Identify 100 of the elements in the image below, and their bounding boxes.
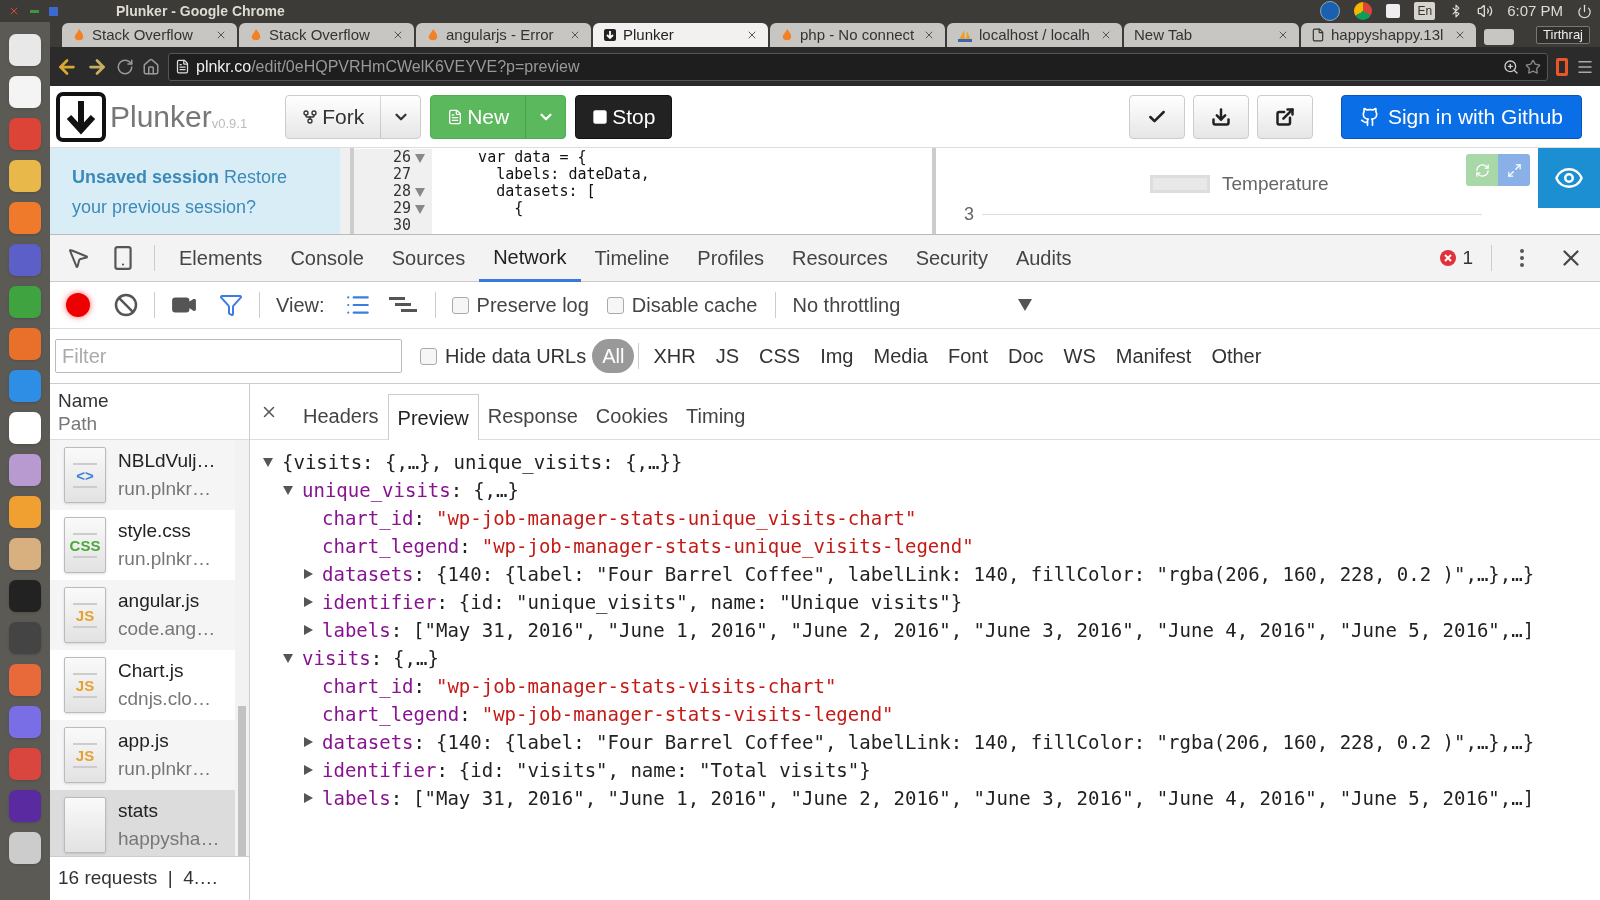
expanded-triangle-icon[interactable] — [414, 202, 426, 215]
app-launcher-icon[interactable] — [9, 76, 41, 108]
filter-icon[interactable] — [219, 293, 243, 317]
type-filter-button[interactable]: Manifest — [1105, 339, 1202, 373]
expanded-triangle-icon[interactable] — [282, 652, 294, 664]
browser-tab[interactable]: Stack Overflow — [62, 23, 237, 47]
browser-tab[interactable]: Plunker — [593, 23, 768, 47]
inspect-icon[interactable] — [66, 246, 90, 270]
collapsed-triangle-icon[interactable] — [302, 624, 314, 636]
maximize-icon[interactable] — [49, 6, 58, 16]
browser-tab[interactable]: localhost / localh — [947, 23, 1122, 47]
checkbox[interactable] — [451, 296, 469, 314]
home-icon[interactable] — [142, 57, 160, 76]
expanded-triangle-icon[interactable] — [414, 151, 426, 164]
type-filter-button[interactable]: XHR — [643, 339, 706, 373]
request-row[interactable]: JS angular.js code.ang… — [50, 580, 235, 650]
detail-tab[interactable]: Response — [478, 393, 587, 439]
collapsed-triangle-icon[interactable] — [302, 792, 314, 804]
download-button[interactable] — [1192, 94, 1249, 139]
type-filter-button[interactable]: JS — [705, 339, 749, 373]
devtools-tab[interactable]: Console — [276, 234, 378, 282]
detail-tab[interactable]: Headers — [294, 393, 388, 439]
devtools-tab[interactable]: Elements — [165, 234, 277, 282]
sign-in-button[interactable]: Sign in with Github — [1340, 94, 1582, 139]
office-extension-icon[interactable] — [1556, 57, 1568, 76]
close-tab-icon[interactable] — [569, 29, 581, 41]
waterfall-view-icon[interactable] — [388, 295, 419, 315]
download-icon — [1210, 106, 1231, 127]
type-filter-button[interactable]: Doc — [998, 339, 1054, 373]
toolbar-button[interactable]: Stop — [576, 95, 672, 138]
app-launcher-icon[interactable] — [9, 412, 41, 444]
checkbox[interactable] — [420, 347, 437, 365]
expanded-triangle-icon[interactable] — [414, 185, 426, 198]
collapsed-triangle-icon[interactable] — [302, 568, 314, 580]
reload-icon[interactable] — [116, 57, 134, 76]
close-tab-icon[interactable] — [392, 29, 404, 41]
devtools-tab[interactable]: Sources — [377, 234, 480, 282]
detail-tab[interactable]: Cookies — [586, 393, 678, 439]
expanded-triangle-icon[interactable] — [282, 484, 294, 496]
detail-tab[interactable]: Timing — [677, 393, 755, 439]
type-filter-button[interactable]: Media — [863, 339, 938, 373]
detail-tab[interactable]: Preview — [387, 394, 479, 440]
request-name: NBLdVulj… — [118, 449, 216, 473]
app-launcher-icon[interactable] — [9, 34, 41, 66]
record-button[interactable] — [66, 293, 90, 317]
close-tab-icon[interactable] — [923, 29, 935, 41]
close-tab-icon[interactable] — [215, 29, 227, 41]
browser-tab[interactable]: happyshappy.13l — [1301, 23, 1476, 47]
code-line: labels: dateData, — [495, 165, 650, 183]
app-launcher-icon[interactable] — [9, 832, 41, 864]
open-external-button[interactable] — [1256, 94, 1313, 139]
browser-tab[interactable]: php - No connect — [770, 23, 945, 47]
type-filter-button[interactable]: Font — [937, 339, 998, 373]
file-icon: JS — [64, 587, 106, 643]
browser-tab[interactable]: Stack Overflow — [239, 23, 414, 47]
devtools-tab[interactable]: Audits — [1001, 234, 1086, 282]
request-row[interactable]: JS app.js run.plnkr… — [50, 720, 235, 790]
close-tab-icon[interactable] — [1277, 29, 1289, 41]
power-icon[interactable] — [1577, 3, 1592, 19]
collapsed-triangle-icon[interactable] — [302, 596, 314, 608]
type-filter-button[interactable]: Img — [810, 339, 864, 373]
type-filter-button[interactable]: Other — [1201, 339, 1272, 373]
expanded-triangle-icon[interactable] — [262, 456, 274, 468]
filter-field[interactable]: Filter — [55, 339, 402, 373]
close-tab-icon[interactable] — [746, 29, 758, 41]
sailboat-icon — [957, 28, 973, 42]
chrome-logo-icon — [1354, 2, 1373, 20]
browser-tab[interactable]: angularjs - Error — [416, 23, 591, 47]
throttling-select[interactable]: No throttling — [792, 290, 1033, 320]
app-name: Plunker — [110, 99, 212, 135]
devtools-tab[interactable]: Profiles — [683, 234, 779, 282]
type-filter-button[interactable]: CSS — [749, 339, 811, 373]
collapsed-triangle-icon[interactable] — [302, 736, 314, 748]
app-launcher-icon[interactable] — [9, 160, 41, 192]
clear-icon[interactable] — [114, 293, 138, 317]
devtools-tab[interactable]: Security — [901, 234, 1002, 282]
close-tab-icon[interactable] — [1454, 29, 1466, 41]
save-button[interactable] — [1128, 94, 1185, 139]
json-key: identifier: — [322, 587, 448, 617]
request-row[interactable]: <> NBLdVulj… run.plnkr… — [50, 440, 235, 510]
close-tab-icon[interactable] — [1100, 29, 1112, 41]
json-key: identifier: — [322, 755, 448, 785]
tab-title: Stack Overflow — [269, 24, 371, 45]
devtools-tab[interactable]: Timeline — [580, 234, 684, 282]
bookmark-star-icon[interactable] — [1525, 58, 1541, 75]
app-launcher-icon[interactable] — [9, 496, 41, 528]
profile-button[interactable]: Tirthraj — [1536, 26, 1590, 44]
file-icon: JS — [64, 657, 106, 713]
address-bar[interactable]: plnkr.co/edit/0eHQPVRHmCWelK6VEYVE?p=preview — [168, 52, 1548, 81]
type-filter-button[interactable]: WS — [1053, 339, 1106, 373]
minimize-icon[interactable] — [30, 9, 39, 13]
app-launcher-icon[interactable] — [9, 538, 41, 570]
line-number: 26 — [392, 149, 411, 166]
devtools-tab[interactable]: Resources — [778, 234, 902, 282]
request-row[interactable]: stats happysha… — [50, 790, 235, 856]
preview-toggle-button[interactable] — [1538, 148, 1600, 208]
browser-tab[interactable]: New Tab — [1124, 23, 1299, 47]
collapsed-triangle-icon[interactable] — [302, 764, 314, 776]
checkbox[interactable] — [606, 296, 624, 314]
app-launcher-icon[interactable] — [9, 454, 41, 486]
